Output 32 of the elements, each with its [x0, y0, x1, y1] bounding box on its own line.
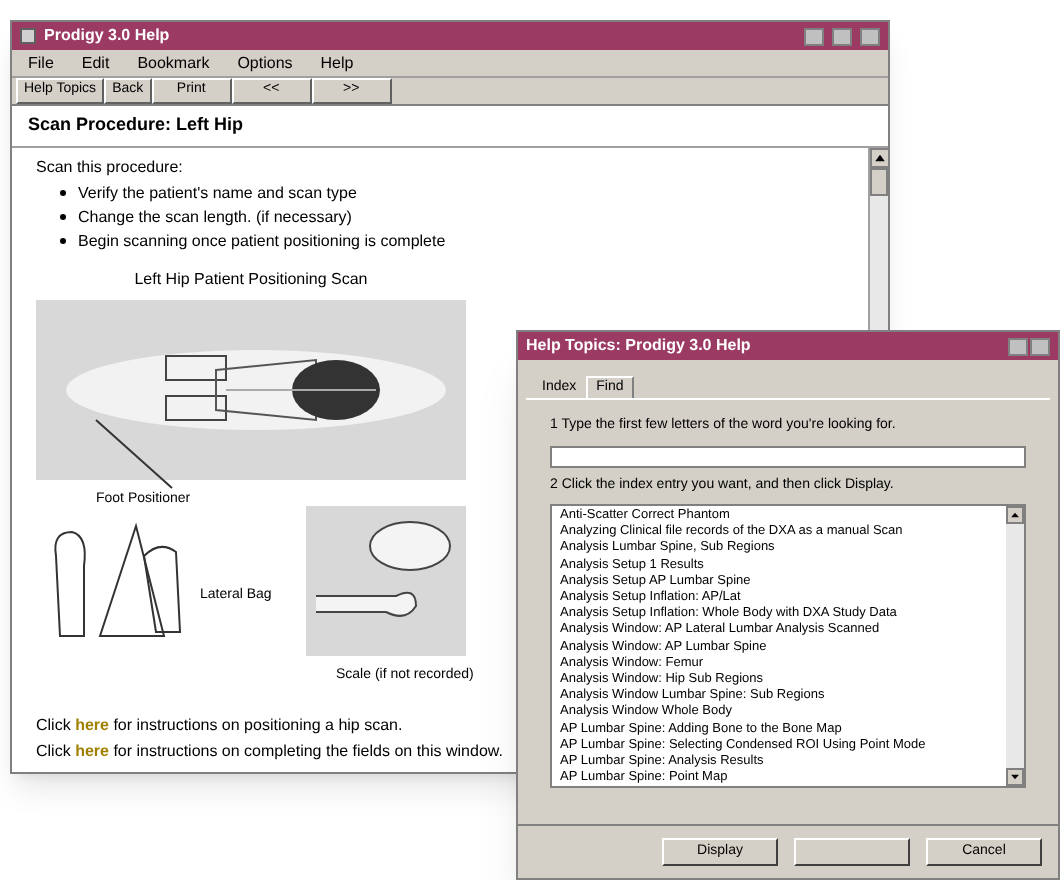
bullet-icon	[60, 214, 66, 220]
menu-item[interactable]: Edit	[81, 51, 110, 75]
menu-item[interactable]: File	[28, 51, 54, 75]
bullet-icon	[60, 190, 66, 196]
dialog-button[interactable]	[794, 838, 910, 866]
step-item: Verify the patient's name and scan type	[78, 183, 357, 203]
instruction-text: Click here for instructions on completing the fields on this window.	[36, 740, 503, 764]
scroll-up-icon[interactable]	[870, 147, 890, 167]
menu-item[interactable]: Options	[237, 51, 293, 75]
app-icon	[20, 28, 36, 44]
step-item: Change the scan length. (if necessary)	[78, 207, 352, 227]
help-button[interactable]	[1008, 337, 1028, 355]
scroll-thumb[interactable]	[870, 167, 888, 195]
intro-text: Scan this procedure:	[36, 155, 185, 179]
step-item: Begin scanning once patient positioning is complete	[78, 231, 446, 251]
topic-heading: Scan Procedure: Left Hip	[12, 106, 888, 147]
scroll-down-icon[interactable]	[1006, 768, 1024, 786]
leader-line	[92, 415, 176, 491]
scroll-up-icon[interactable]	[1006, 506, 1024, 524]
close-button[interactable]	[860, 27, 880, 45]
maximize-button[interactable]	[832, 27, 852, 45]
window-title: Prodigy 3.0 Help	[44, 24, 172, 48]
figure-caption: Left Hip Patient Positioning Scan	[132, 267, 370, 291]
scrollbar[interactable]	[1006, 506, 1024, 786]
search-field[interactable]	[550, 445, 1026, 467]
close-button[interactable]	[1030, 337, 1050, 355]
minimize-button[interactable]	[804, 27, 824, 45]
menu-item[interactable]: Bookmark	[137, 51, 210, 75]
menu-item[interactable]: Help	[320, 51, 354, 75]
dialog-title: Help Topics: Prodigy 3.0 Help	[526, 334, 753, 358]
bullet-icon	[60, 238, 66, 244]
instruction-text: Click here for instructions on positioning a hip scan.	[36, 714, 403, 738]
